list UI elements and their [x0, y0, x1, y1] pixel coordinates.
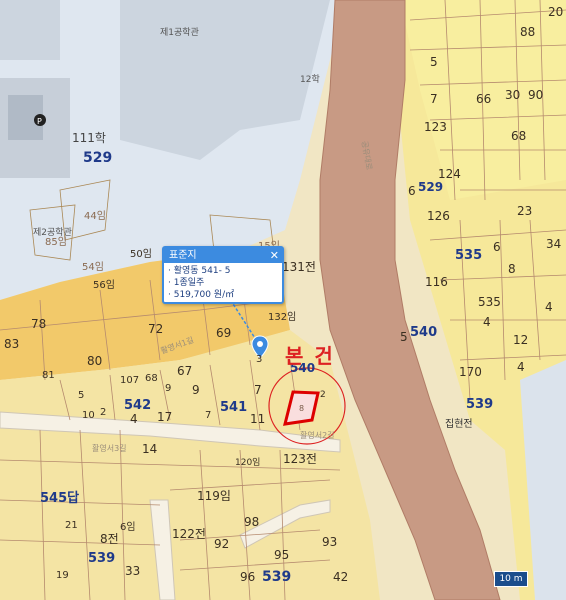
- lot-number: 30: [505, 88, 521, 102]
- lot-number: 6: [493, 240, 501, 254]
- lot-number: 7: [254, 383, 262, 397]
- block-number: 541: [220, 400, 248, 415]
- subject-lot-number: 8: [299, 404, 305, 413]
- block-number: 539: [466, 397, 494, 412]
- lot-number: 126: [427, 209, 450, 223]
- popup-body: · 활영동 541- 5 · 1종일주 · 519,700 원/㎡: [164, 263, 282, 303]
- lot-number: 2: [320, 390, 326, 400]
- lot-number: 66: [476, 92, 492, 106]
- lot-number: 131전: [282, 260, 316, 274]
- building-label: 집현전: [445, 419, 473, 430]
- lot-number: 33: [125, 564, 141, 578]
- lot-number: 7: [430, 92, 438, 106]
- lot-number: 78: [31, 317, 47, 331]
- lot-number: 42: [333, 570, 349, 584]
- road-label: 활영서3길: [92, 444, 127, 453]
- lot-number: 21: [65, 520, 78, 531]
- lot-number: 6: [408, 184, 416, 198]
- building-label: 제1공학관: [160, 28, 199, 38]
- scale-bar: 10 m: [494, 571, 528, 587]
- lot-number: 85임: [45, 237, 67, 248]
- lot-number: 6임: [120, 522, 136, 533]
- lot-number: 96: [240, 570, 256, 584]
- lot-number: 34: [546, 237, 562, 251]
- lot-number: 124: [438, 167, 461, 181]
- building-label: 12학: [300, 75, 320, 85]
- lot-number: 93: [322, 535, 338, 549]
- lot-number: 535: [478, 295, 501, 309]
- lot-number: 9: [165, 383, 172, 394]
- block-number: 545답: [40, 491, 80, 506]
- lot-number: 44임: [84, 211, 106, 222]
- road-label: 활영서2길: [300, 431, 335, 440]
- lot-number: 14: [142, 442, 158, 456]
- lot-number: 20: [548, 5, 564, 19]
- lot-number: 5: [430, 55, 438, 69]
- lot-number: 122전: [172, 527, 206, 541]
- block-number: 529: [83, 150, 113, 166]
- building-label: 111학: [72, 131, 106, 145]
- block-number: 539: [88, 551, 116, 566]
- lot-number: 120임: [235, 458, 261, 468]
- block-number: 535: [455, 248, 483, 263]
- lot-number: 92: [214, 537, 230, 551]
- lot-number: 4: [545, 300, 553, 314]
- block-number: 542: [124, 398, 152, 413]
- lot-number: 68: [145, 373, 158, 384]
- lot-number: 81: [42, 370, 55, 381]
- lot-number: 8: [508, 262, 516, 276]
- lot-number: 132임: [268, 312, 297, 323]
- lot-number: 4: [483, 315, 491, 329]
- close-icon[interactable]: ✕: [270, 248, 279, 263]
- lot-number: 9: [192, 383, 200, 397]
- lot-number: 69: [216, 326, 232, 340]
- lot-number: 50임: [130, 249, 152, 260]
- lot-number: 123: [424, 120, 447, 134]
- lot-number: 95: [274, 548, 290, 562]
- lot-number: 23: [517, 204, 533, 218]
- lot-number: 17: [157, 410, 173, 424]
- lot-number: 68: [511, 129, 527, 143]
- lot-number: 7: [205, 410, 212, 421]
- popup-address: · 활영동 541- 5: [168, 266, 231, 276]
- lot-number: 4: [130, 412, 138, 426]
- lot-number: 19: [56, 570, 69, 581]
- lot-number: 5: [78, 390, 85, 401]
- block-number: 529: [418, 180, 444, 194]
- standard-land-popup[interactable]: 표준지 ✕ · 활영동 541- 5 · 1종일주 · 519,700 원/㎡: [162, 246, 284, 304]
- popup-zoning: · 1종일주: [168, 278, 205, 288]
- lot-number: 67: [177, 364, 193, 378]
- lot-number: 107: [120, 375, 140, 386]
- popup-price: · 519,700 원/㎡: [168, 290, 235, 300]
- popup-title: 표준지: [169, 250, 197, 261]
- lot-number: 56임: [93, 280, 115, 291]
- lot-number: 123전: [283, 452, 317, 466]
- lot-number: 3: [256, 354, 263, 365]
- lot-number: 98: [244, 515, 260, 529]
- lot-number: 12: [513, 333, 529, 347]
- lot-number: 10: [82, 410, 95, 421]
- lot-number: 170: [459, 365, 482, 379]
- lot-number: 119임: [197, 489, 231, 503]
- lot-number: 88: [520, 25, 536, 39]
- lot-number: 5: [400, 330, 408, 344]
- lot-number: 2: [100, 407, 107, 418]
- lot-number: 116: [425, 275, 448, 289]
- lot-number: 90: [528, 88, 544, 102]
- popup-header: 표준지 ✕: [164, 248, 282, 263]
- lot-number: 72: [148, 322, 164, 336]
- lot-number: 83: [4, 337, 20, 351]
- svg-text:P: P: [37, 117, 42, 126]
- lot-number: 80: [87, 354, 103, 368]
- lot-number: 4: [517, 360, 525, 374]
- block-number: 539: [262, 569, 292, 585]
- map-viewport[interactable]: P 제1공학관 제2공학관 111학 12학 집현전 529 529 535 5…: [0, 0, 566, 600]
- block-number: 540: [410, 325, 438, 340]
- lot-number: 8전: [100, 532, 119, 546]
- lot-number: 54임: [82, 262, 104, 273]
- lot-number: 11: [250, 412, 266, 426]
- subject-property-label: 본 건: [285, 344, 335, 368]
